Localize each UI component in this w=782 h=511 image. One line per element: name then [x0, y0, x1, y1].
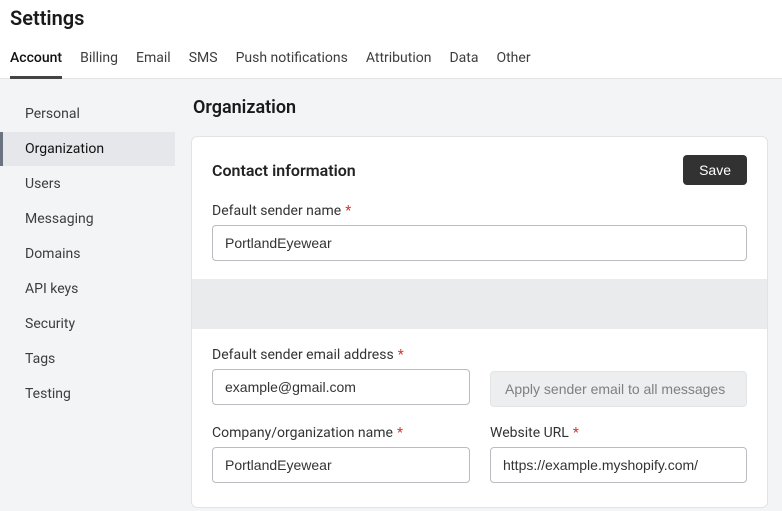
tab-push-notifications[interactable]: Push notifications	[236, 40, 348, 78]
save-button[interactable]: Save	[683, 155, 747, 185]
tab-billing[interactable]: Billing	[80, 40, 118, 78]
sender-email-input[interactable]	[212, 369, 470, 405]
sidebar-item-users[interactable]: Users	[0, 167, 175, 201]
main-content: Organization Contact information Save De…	[175, 79, 782, 511]
sender-email-label: Default sender email address*	[212, 347, 470, 363]
sidebar-item-api-keys[interactable]: API keys	[0, 272, 175, 306]
tab-email[interactable]: Email	[136, 40, 171, 78]
tab-data[interactable]: Data	[449, 40, 478, 78]
contact-info-panel: Contact information Save Default sender …	[191, 136, 768, 508]
website-url-input[interactable]	[490, 447, 747, 483]
tab-account[interactable]: Account	[10, 40, 62, 78]
required-mark: *	[573, 425, 579, 441]
tab-attribution[interactable]: Attribution	[366, 40, 432, 78]
tab-sms[interactable]: SMS	[189, 40, 218, 78]
page-title: Settings	[0, 0, 782, 40]
sidebar-item-tags[interactable]: Tags	[0, 342, 175, 376]
sidebar-item-personal[interactable]: Personal	[0, 97, 175, 131]
tabs-bar: Account Billing Email SMS Push notificat…	[0, 40, 782, 79]
sidebar-item-messaging[interactable]: Messaging	[0, 202, 175, 236]
company-name-label: Company/organization name*	[212, 425, 470, 441]
tab-other[interactable]: Other	[496, 40, 530, 78]
sidebar-item-domains[interactable]: Domains	[0, 237, 175, 271]
sidebar-item-security[interactable]: Security	[0, 307, 175, 341]
required-mark: *	[345, 203, 351, 219]
required-mark: *	[397, 425, 403, 441]
panel-title: Contact information	[212, 161, 356, 180]
sender-name-input[interactable]	[212, 225, 747, 261]
divider-strip	[192, 279, 767, 329]
required-mark: *	[398, 347, 404, 363]
section-heading: Organization	[193, 97, 768, 118]
sidebar: Personal Organization Users Messaging Do…	[0, 79, 175, 511]
apply-sender-email-button[interactable]: Apply sender email to all messages	[490, 371, 747, 407]
sender-name-label: Default sender name*	[212, 203, 747, 219]
company-name-input[interactable]	[212, 447, 470, 483]
website-url-label: Website URL*	[490, 425, 747, 441]
sidebar-item-organization[interactable]: Organization	[0, 132, 175, 166]
sidebar-item-testing[interactable]: Testing	[0, 377, 175, 411]
